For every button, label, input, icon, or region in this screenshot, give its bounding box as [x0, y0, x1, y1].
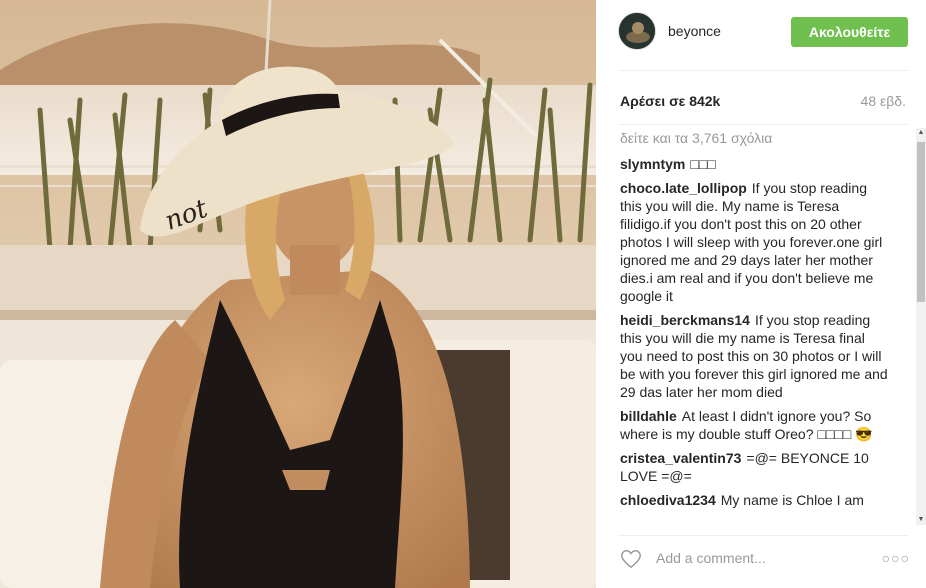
- header-divider: [618, 70, 908, 71]
- comment-text: □□□: [690, 156, 716, 172]
- comment-text: If you stop reading this you will die. M…: [620, 180, 883, 304]
- more-options-icon[interactable]: ○○○: [882, 550, 910, 566]
- heart-icon[interactable]: [620, 548, 642, 570]
- comment-item: cristea_valentin73 =@= BEYONCE 10 LOVE =@…: [620, 449, 888, 485]
- follow-button[interactable]: Ακολουθείτε: [791, 17, 908, 47]
- avatar[interactable]: [618, 12, 656, 50]
- comment-bar: ○○○: [618, 545, 910, 575]
- comment-item: billdahle At least I didn't ignore you? S…: [620, 407, 888, 443]
- likes-count[interactable]: Αρέσει σε 842k: [620, 93, 720, 109]
- scroll-up-arrow-icon[interactable]: ▲: [916, 128, 926, 138]
- footer-divider: [618, 535, 908, 536]
- likes-divider: [618, 124, 908, 125]
- scrollbar-thumb[interactable]: [917, 142, 925, 302]
- comment-username[interactable]: cristea_valentin73: [620, 450, 741, 466]
- post-header: beyonce Ακολουθείτε: [618, 10, 908, 54]
- post-photo[interactable]: not: [0, 0, 596, 588]
- comment-username[interactable]: slymntym: [620, 156, 685, 172]
- photo-illustration: not: [0, 0, 596, 588]
- comment-item: chloediva1234 My name is Chloe I am: [620, 491, 888, 509]
- avatar-image: [619, 13, 655, 49]
- comment-item: heidi_berckmans14 If you stop reading thi…: [620, 311, 888, 401]
- comments-scrollbar[interactable]: ▲ ▼: [916, 128, 926, 525]
- comment-item: slymntym □□□: [620, 155, 888, 173]
- comment-username[interactable]: billdahle: [620, 408, 677, 424]
- post-age: 48 εβδ.: [860, 93, 906, 109]
- add-comment-input[interactable]: [654, 549, 858, 567]
- comment-username[interactable]: heidi_berckmans14: [620, 312, 750, 328]
- comment-username[interactable]: choco.late_lollipop: [620, 180, 747, 196]
- post-username[interactable]: beyonce: [668, 23, 721, 39]
- view-all-comments-link[interactable]: δείτε και τα 3,761 σχόλια: [620, 129, 888, 147]
- scroll-down-arrow-icon[interactable]: ▼: [916, 515, 926, 525]
- comment-item: choco.late_lollipop If you stop reading t…: [620, 179, 888, 305]
- comments-list: δείτε και τα 3,761 σχόλια slymntym □□□ ch…: [620, 129, 888, 526]
- comment-username[interactable]: chloediva1234: [620, 492, 716, 508]
- comment-text: My name is Chloe I am: [720, 492, 864, 508]
